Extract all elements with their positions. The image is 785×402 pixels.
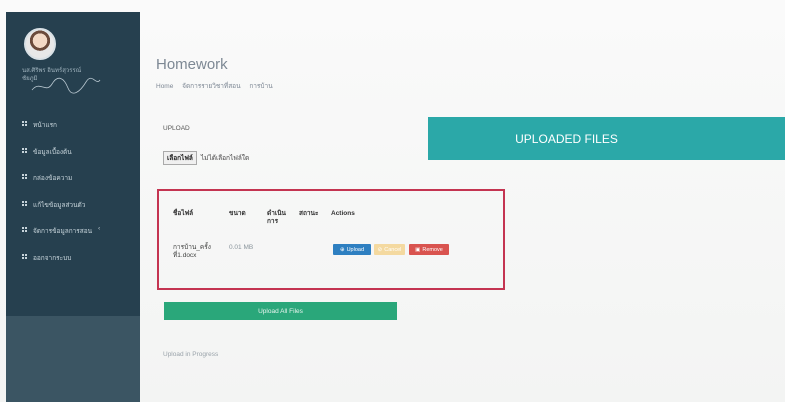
upload-progress-label: Upload in Progress (163, 351, 219, 358)
sidebar-item-logout[interactable]: ออกจากระบบ (22, 253, 137, 280)
cancel-button[interactable]: ⊘ Cancel (374, 244, 405, 255)
choose-file-button[interactable]: เลือกไฟล์ (163, 151, 197, 165)
grid-icon (22, 121, 27, 126)
sidebar-menu: หน้าแรก ข้อมูลเบื้องต้น กล่องข้อความ แก้… (22, 120, 137, 279)
remove-button-label: Remove (422, 246, 443, 253)
grid-icon (22, 200, 27, 206)
upload-queue: ชื่อไฟล์ ขนาด ดำเนินการ สถานะ Actions กา… (157, 189, 505, 290)
cancel-button-label: Cancel (384, 246, 402, 253)
column-header-actions: Actions (331, 210, 355, 217)
sidebar-footer (6, 316, 140, 402)
sidebar-item-edit-profile[interactable]: แก้ไขข้อมูลส่วนตัว (22, 200, 137, 227)
breadcrumb: Home จัดการรายวิชาที่สอน การบ้าน (156, 81, 280, 91)
sidebar-item-label: ออกจากระบบ (33, 254, 72, 262)
upload-all-button[interactable]: Upload All Files (164, 302, 397, 320)
sidebar-item-label: ข้อมูลเบื้องต้น (33, 148, 72, 156)
sidebar-item-label: จัดการข้อมูลการสอน (33, 228, 93, 235)
remove-button[interactable]: ▣ Remove (409, 244, 449, 255)
sidebar-item-basic-info[interactable]: ข้อมูลเบื้องต้น (22, 147, 137, 174)
grid-icon (22, 253, 27, 259)
upload-button-label: Upload (346, 246, 365, 253)
sidebar-item-teaching[interactable]: จัดการข้อมูลการสอน ‹ (22, 226, 137, 253)
grid-icon (22, 174, 27, 179)
file-input[interactable]: เลือกไฟล์ ไม่ได้เลือกไฟล์ใด (163, 151, 250, 165)
no-file-text: ไม่ได้เลือกไฟล์ใด (200, 155, 250, 162)
grid-icon (22, 147, 27, 153)
file-name: การบ้าน_ครั้งที่1.docx (173, 244, 211, 259)
breadcrumb-homework: การบ้าน (249, 83, 273, 90)
chevron-left-icon: ‹ (98, 226, 101, 232)
grid-icon (22, 227, 27, 232)
column-header-status: สถานะ (299, 210, 319, 217)
signature-image (31, 77, 101, 94)
sidebar-item-label: แก้ไขข้อมูลส่วนตัว (33, 201, 86, 209)
breadcrumb-teaching[interactable]: จัดการรายวิชาที่สอน (182, 83, 240, 90)
trash-icon: ▣ (415, 246, 421, 253)
uploaded-files-header: UPLOADED FILES (428, 117, 785, 160)
upload-heading: UPLOAD (163, 125, 190, 132)
column-header-size: ขนาด (229, 210, 246, 217)
file-size: 0.01 MB (229, 244, 254, 251)
page: นส.ศิริพร อินทร์สุวรรณ์ ชัยภูมิ หน้าแรก … (0, 0, 785, 402)
column-header-filename: ชื่อไฟล์ (173, 210, 194, 217)
column-header-progress: ดำเนินการ (267, 210, 286, 225)
sidebar-item-home[interactable]: หน้าแรก (22, 120, 137, 147)
upload-button[interactable]: ⊕ Upload (333, 244, 371, 255)
sidebar-item-label: กล่องข้อความ (33, 175, 73, 182)
sidebar-item-inbox[interactable]: กล่องข้อความ (22, 173, 137, 200)
sidebar-item-label: หน้าแรก (33, 122, 57, 129)
upload-icon: ⊕ (339, 246, 345, 253)
breadcrumb-home[interactable]: Home (156, 83, 173, 90)
avatar[interactable] (24, 28, 56, 60)
page-title: Homework (156, 56, 228, 73)
cancel-icon: ⊘ (377, 246, 383, 253)
